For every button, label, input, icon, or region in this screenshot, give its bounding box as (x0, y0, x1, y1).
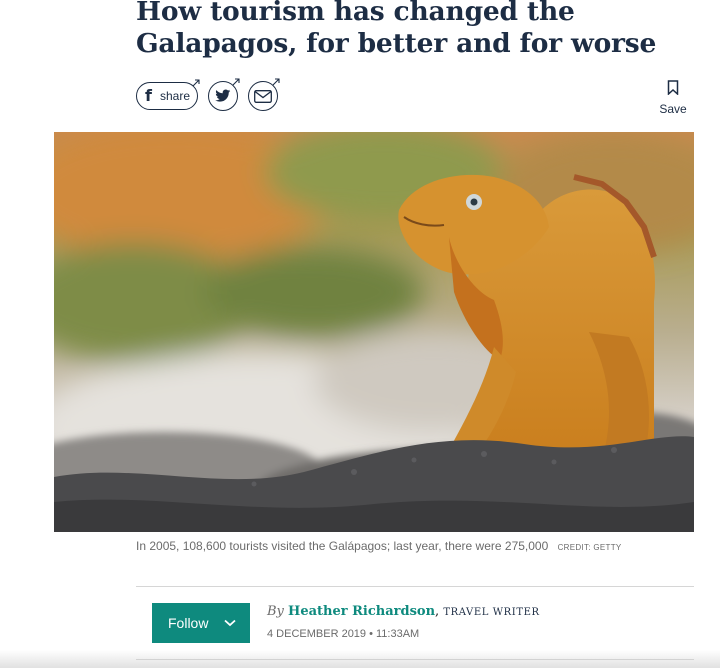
twitter-icon (215, 89, 231, 102)
share-label: share (159, 89, 190, 103)
article-headline: How tourism has changed the Galapagos, f… (136, 0, 657, 59)
facebook-icon: f (145, 86, 152, 105)
chevron-down-icon (224, 619, 236, 627)
external-link-icon (272, 78, 280, 86)
facebook-share-button[interactable]: f share (136, 79, 200, 110)
bookmark-icon (667, 80, 679, 96)
email-icon (254, 89, 272, 103)
share-bar: f share (136, 78, 280, 112)
hero-image (54, 132, 694, 532)
email-share-button[interactable] (248, 78, 280, 111)
save-label: Save (659, 102, 687, 116)
byline-prefix: By (267, 604, 284, 619)
divider (136, 586, 694, 587)
author-role: TRAVEL WRITER (443, 607, 540, 618)
author-link[interactable]: Heather Richardson (288, 604, 435, 619)
follow-button[interactable]: Follow (152, 603, 250, 643)
image-caption: In 2005, 108,600 tourists visited the Ga… (136, 539, 622, 553)
external-link-icon (192, 79, 200, 87)
caption-text: In 2005, 108,600 tourists visited the Ga… (136, 539, 549, 553)
iguana-photo (54, 132, 694, 532)
bottom-shadow (0, 650, 720, 668)
external-link-icon (232, 78, 240, 86)
image-credit: CREDIT: GETTY (557, 543, 622, 552)
byline: By Heather Richardson, TRAVEL WRITER (267, 604, 540, 619)
publish-date: 4 DECEMBER 2019 • 11:33AM (267, 628, 420, 640)
twitter-share-button[interactable] (208, 78, 240, 111)
follow-label: Follow (168, 615, 209, 631)
save-button[interactable]: Save (656, 80, 690, 116)
